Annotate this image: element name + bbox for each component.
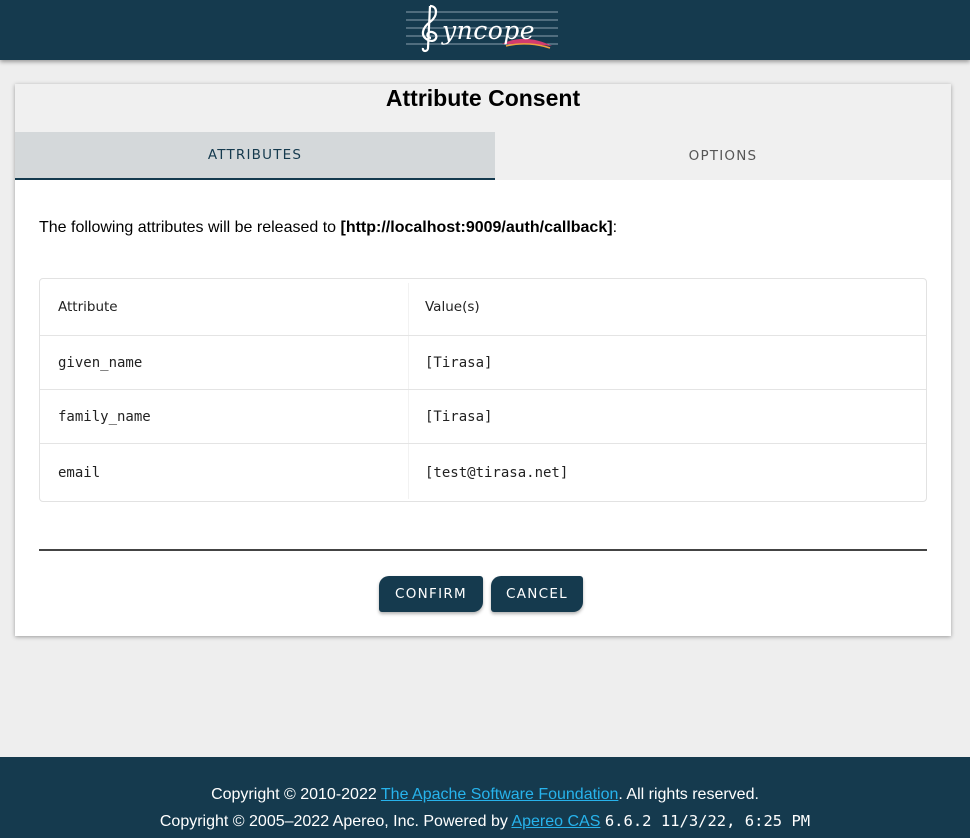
version-info: 6.6.2 11/3/22, 6:25 PM xyxy=(604,812,811,830)
table-row: family_name [Tirasa] xyxy=(40,390,926,444)
apache-foundation-link[interactable]: The Apache Software Foundation xyxy=(381,786,619,803)
syncope-logo[interactable]: yncope xyxy=(406,2,560,54)
table-row: given_name [Tirasa] xyxy=(40,336,926,390)
footer-copyright-apereo: Copyright © 2005–2022 Apereo, Inc. Power… xyxy=(0,812,970,831)
card-header: Attribute Consent ATTRIBUTES OPTIONS xyxy=(15,84,951,180)
footer-line2-prefix: Copyright © 2005–2022 Apereo, Inc. Power… xyxy=(159,813,512,830)
page-title: Attribute Consent xyxy=(385,85,581,111)
top-navbar: yncope xyxy=(0,0,970,60)
consent-card: Attribute Consent ATTRIBUTES OPTIONS The… xyxy=(15,84,951,636)
header-attribute: Attribute xyxy=(58,299,118,315)
table-header-row: Attribute Value(s) xyxy=(40,279,926,336)
attributes-table: Attribute Value(s) given_name [Tirasa] f… xyxy=(39,278,927,502)
attribute-value: [Tirasa] xyxy=(425,408,493,425)
table-row: email [test@tirasa.net] xyxy=(40,444,926,501)
service-url: [http://localhost:9009/auth/callback] xyxy=(340,219,613,236)
footer-line1-suffix: . All rights reserved. xyxy=(618,786,759,803)
logo-text: yncope xyxy=(442,16,536,45)
attribute-name: given_name xyxy=(58,354,143,371)
separator-line xyxy=(39,549,927,551)
page-footer: Copyright © 2010-2022 The Apache Softwar… xyxy=(0,757,970,838)
attribute-value: [test@tirasa.net] xyxy=(425,464,569,481)
confirm-button[interactable]: CONFIRM xyxy=(379,576,483,612)
intro-prefix: The following attributes will be release… xyxy=(39,219,341,236)
footer-copyright-apache: Copyright © 2010-2022 The Apache Softwar… xyxy=(0,786,970,804)
release-intro-text: The following attributes will be release… xyxy=(39,219,617,237)
tab-options[interactable]: OPTIONS xyxy=(495,132,951,180)
intro-suffix: : xyxy=(612,219,618,236)
footer-line1-prefix: Copyright © 2010-2022 xyxy=(211,786,381,803)
attribute-name: family_name xyxy=(58,408,151,425)
apereo-cas-link[interactable]: Apereo CAS xyxy=(511,813,600,830)
attribute-name: email xyxy=(58,464,101,481)
cancel-button[interactable]: CANCEL xyxy=(491,576,583,612)
header-values: Value(s) xyxy=(425,299,480,315)
tab-attributes[interactable]: ATTRIBUTES xyxy=(15,132,495,180)
attribute-value: [Tirasa] xyxy=(425,354,493,371)
